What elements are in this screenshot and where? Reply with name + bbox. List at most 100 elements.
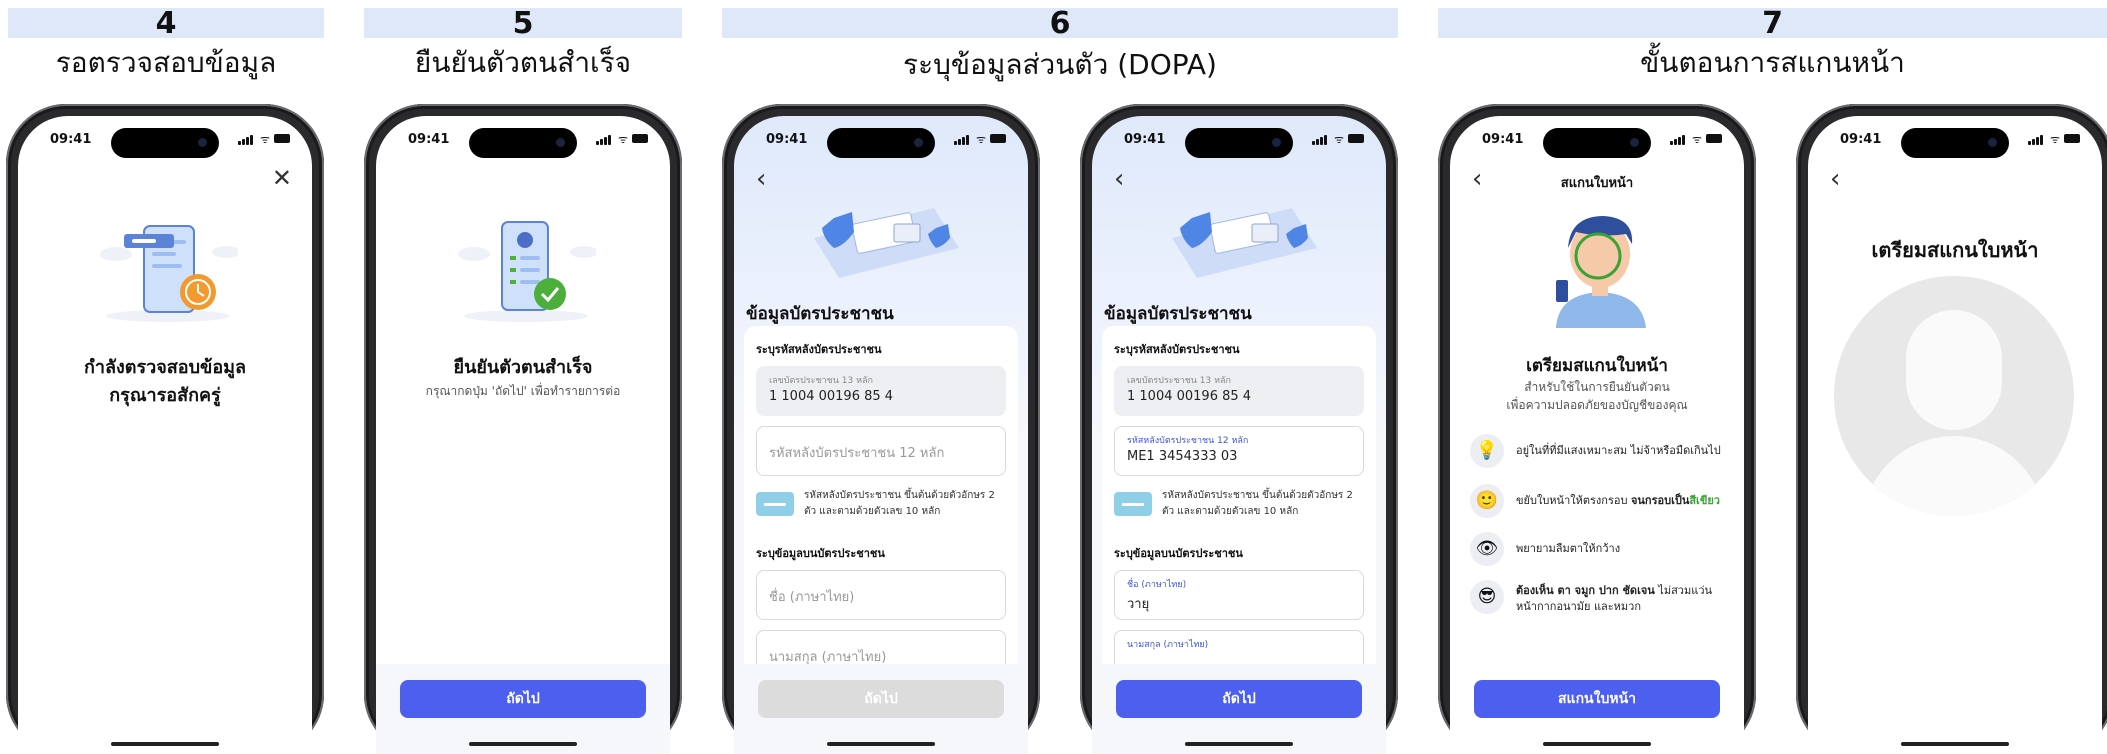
home-indicator <box>111 742 219 746</box>
id-number-label: เลขบัตรประชาชน 13 หลัก <box>1127 376 1232 386</box>
id-number-label: เลขบัตรประชาชน 13 หลัก <box>769 376 874 386</box>
step-7-number: 7 <box>1762 6 1783 41</box>
scan-desc-2: เพื่อความปลอดภัยของบัญชีของคุณ <box>1506 398 1688 412</box>
laser-code-input[interactable]: รหัสหลังบัตรประชาชน 12 หลัก ME1 3454333 … <box>1114 426 1364 476</box>
thai-name-input[interactable]: ชื่อ (ภาษาไทย) วายุ <box>1114 570 1364 620</box>
battery-icon <box>1706 134 1722 143</box>
screen: 09:41 ᯤ ‹ สแกนใบหน้า เตรียมสแกนใบหน้า สำ… <box>1450 116 1744 754</box>
face-scan-illustration <box>1556 216 1646 328</box>
back-arrow-icon[interactable]: ‹ <box>1114 166 1124 192</box>
tip-accessories-text: ไม่สวมแว่น <box>1654 584 1713 597</box>
home-indicator <box>1185 742 1293 746</box>
phone-step-6-filled: 09:41 ᯤ ‹ ข้อมูลบัตรประชาชน ระบุรหัสหลัง… <box>1080 104 1398 754</box>
back-arrow-icon[interactable]: ‹ <box>1830 166 1840 192</box>
thai-surname-label: นามสกุล (ภาษาไทย) <box>1127 640 1209 650</box>
status-time: 09:41 <box>1482 132 1524 147</box>
id-number-field: เลขบัตรประชาชน 13 หลัก 1 1004 00196 85 4 <box>1114 366 1364 416</box>
dynamic-island <box>111 128 219 158</box>
face-placeholder-avatar <box>1834 276 2074 516</box>
tip-frame-text: ขยับใบหน้าให้ตรงกรอบ <box>1516 494 1631 507</box>
prepare-scan-title: เตรียมสแกนใบหน้า <box>1871 238 2039 262</box>
laser-code-value: ME1 3454333 03 <box>1127 449 1238 464</box>
status-time: 09:41 <box>408 132 450 147</box>
scan-title: เตรียมสแกนใบหน้า <box>1526 356 1668 376</box>
home-indicator <box>1901 742 2009 746</box>
document-timer-illustration <box>100 225 238 322</box>
phone-step-6-empty: 09:41 ᯤ ‹ ข้อมูลบัตรประชาชน ระบุรหัสหลัง… <box>722 104 1040 754</box>
battery-icon <box>632 134 648 143</box>
laser-code-hint: รหัสหลังบัตรประชาชน ขึ้นต้นด้วยตัวอักษร … <box>1114 488 1364 522</box>
please-wait-text: กรุณารอสักครู่ <box>109 385 221 406</box>
tip-lighting: 💡 อยู่ในที่ที่มีแสงเหมาะสม ไม่จ้าหรือมืด… <box>1470 434 1734 470</box>
wifi-icon: ᯤ <box>1692 133 1703 146</box>
next-button-disabled[interactable]: ถัดไป <box>758 680 1004 718</box>
battery-icon <box>990 134 1006 143</box>
tip-lighting-text: อยู่ในที่ที่มีแสงเหมาะสม ไม่จ้าหรือมืดเก… <box>1516 444 1721 457</box>
scan-desc-1: สำหรับใช้ในการยืนยันตัวตน <box>1524 380 1670 394</box>
back-arrow-icon[interactable]: ‹ <box>756 166 766 192</box>
verified-profile-illustration <box>458 221 596 322</box>
step-4-number: 4 <box>155 6 177 41</box>
status-icons: ᯤ <box>238 133 290 145</box>
step-7-title: ขั้นตอนการสแกนหน้า <box>1640 46 1905 79</box>
status-icons: ᯤ <box>954 133 1006 145</box>
tip-eyes: 👁 พยายามลืมตาให้กว้าง <box>1470 532 1734 568</box>
thai-name-label: ชื่อ (ภาษาไทย) <box>1127 580 1187 590</box>
scan-face-button[interactable]: สแกนใบหน้า <box>1474 680 1720 718</box>
id-number-value: 1 1004 00196 85 4 <box>1127 389 1252 404</box>
step-6-number: 6 <box>1049 6 1071 41</box>
thai-name-input[interactable]: ชื่อ (ภาษาไทย) <box>756 570 1006 620</box>
card-info-label: ระบุข้อมูลบนบัตรประชาชน <box>1114 547 1243 560</box>
wifi-icon: ᯤ <box>618 133 629 146</box>
phone-step-4: 09:41 ᯤ ✕ กำลังตรวจสอบข้อมูล กรุณารอสักค… <box>6 104 324 754</box>
battery-icon <box>274 134 290 143</box>
card-info-label: ระบุข้อมูลบนบัตรประชาชน <box>756 547 885 560</box>
dynamic-island <box>1901 128 2009 158</box>
dynamic-island <box>1543 128 1651 158</box>
status-icons: ᯤ <box>1312 133 1364 145</box>
dynamic-island <box>469 128 577 158</box>
hint-line-2: ตัว และตามด้วยตัวเลข 10 หลัก <box>804 506 941 517</box>
id-number-field: เลขบัตรประชาชน 13 หลัก 1 1004 00196 85 4 <box>756 366 1006 416</box>
section-title: ข้อมูลบัตรประชาชน <box>746 304 894 324</box>
id-number-value: 1 1004 00196 85 4 <box>769 389 894 404</box>
home-indicator <box>827 742 935 746</box>
status-time: 09:41 <box>766 132 808 147</box>
phone-step-5: 09:41 ᯤ ยืนยันตัวตนสำเร็จ กรุณากดปุ่ม 'ถ… <box>364 104 682 754</box>
tip-no-accessories: 😎 ต้องเห็น ตา จมูก ปาก ชัดเจน ไม่สวมแว่น… <box>1470 580 1734 616</box>
face-frame-icon: 🙂 <box>1470 484 1504 518</box>
tip-eyes-text: พยายามลืมตาให้กว้าง <box>1516 542 1621 555</box>
id-card-icon <box>1114 492 1152 516</box>
home-indicator <box>1543 742 1651 746</box>
wifi-icon: ᯤ <box>2050 133 2061 146</box>
next-button[interactable]: ถัดไป <box>400 680 646 718</box>
success-subtitle: กรุณากดปุ่ม 'ถัดไป' เพื่อทำรายการต่อ <box>425 384 621 398</box>
wifi-icon: ᯤ <box>976 133 987 146</box>
phone-step-7-prepare: 09:41 ᯤ ‹ เตรียมสแกนใบหน้า <box>1796 104 2107 754</box>
back-code-label: ระบุรหัสหลังบัตรประชาชน <box>756 343 882 356</box>
next-button[interactable]: ถัดไป <box>1116 680 1362 718</box>
phone-step-7-intro: 09:41 ᯤ ‹ สแกนใบหน้า เตรียมสแกนใบหน้า สำ… <box>1438 104 1756 754</box>
step-4-title: รอตรวจสอบข้อมูล <box>55 46 277 79</box>
id-card-icon <box>756 492 794 516</box>
dynamic-island <box>827 128 935 158</box>
status-time: 09:41 <box>1124 132 1166 147</box>
section-title: ข้อมูลบัตรประชาชน <box>1104 304 1252 324</box>
status-time: 09:41 <box>1840 132 1882 147</box>
tip-frame: 🙂 ขยับใบหน้าให้ตรงกรอบ จนกรอบเป็นสีเขียว <box>1470 484 1734 520</box>
laser-code-input[interactable]: รหัสหลังบัตรประชาชน 12 หลัก <box>756 426 1006 476</box>
wifi-icon: ᯤ <box>1334 133 1345 146</box>
tip-accessories-text-2: หน้ากากอนามัย และหมวก <box>1516 600 1642 613</box>
thai-name-placeholder: ชื่อ (ภาษาไทย) <box>769 590 855 605</box>
status-icons: ᯤ <box>596 133 648 145</box>
screen: 09:41 ᯤ ‹ เตรียมสแกนใบหน้า <box>1808 116 2102 754</box>
status-time: 09:41 <box>50 132 92 147</box>
success-title: ยืนยันตัวตนสำเร็จ <box>453 357 593 378</box>
screen: 09:41 ᯤ ‹ ข้อมูลบัตรประชาชน ระบุรหัสหลัง… <box>734 116 1028 754</box>
eye-icon: 👁 <box>1470 532 1504 566</box>
hint-line-1: รหัสหลังบัตรประชาชน ขึ้นต้นด้วยตัวอักษร … <box>1162 490 1353 501</box>
screen: 09:41 ᯤ ยืนยันตัวตนสำเร็จ กรุณากดปุ่ม 'ถ… <box>376 116 670 754</box>
back-code-label: ระบุรหัสหลังบัตรประชาชน <box>1114 343 1240 356</box>
close-icon[interactable]: ✕ <box>272 166 292 190</box>
hint-line-2: ตัว และตามด้วยตัวเลข 10 หลัก <box>1162 506 1299 517</box>
